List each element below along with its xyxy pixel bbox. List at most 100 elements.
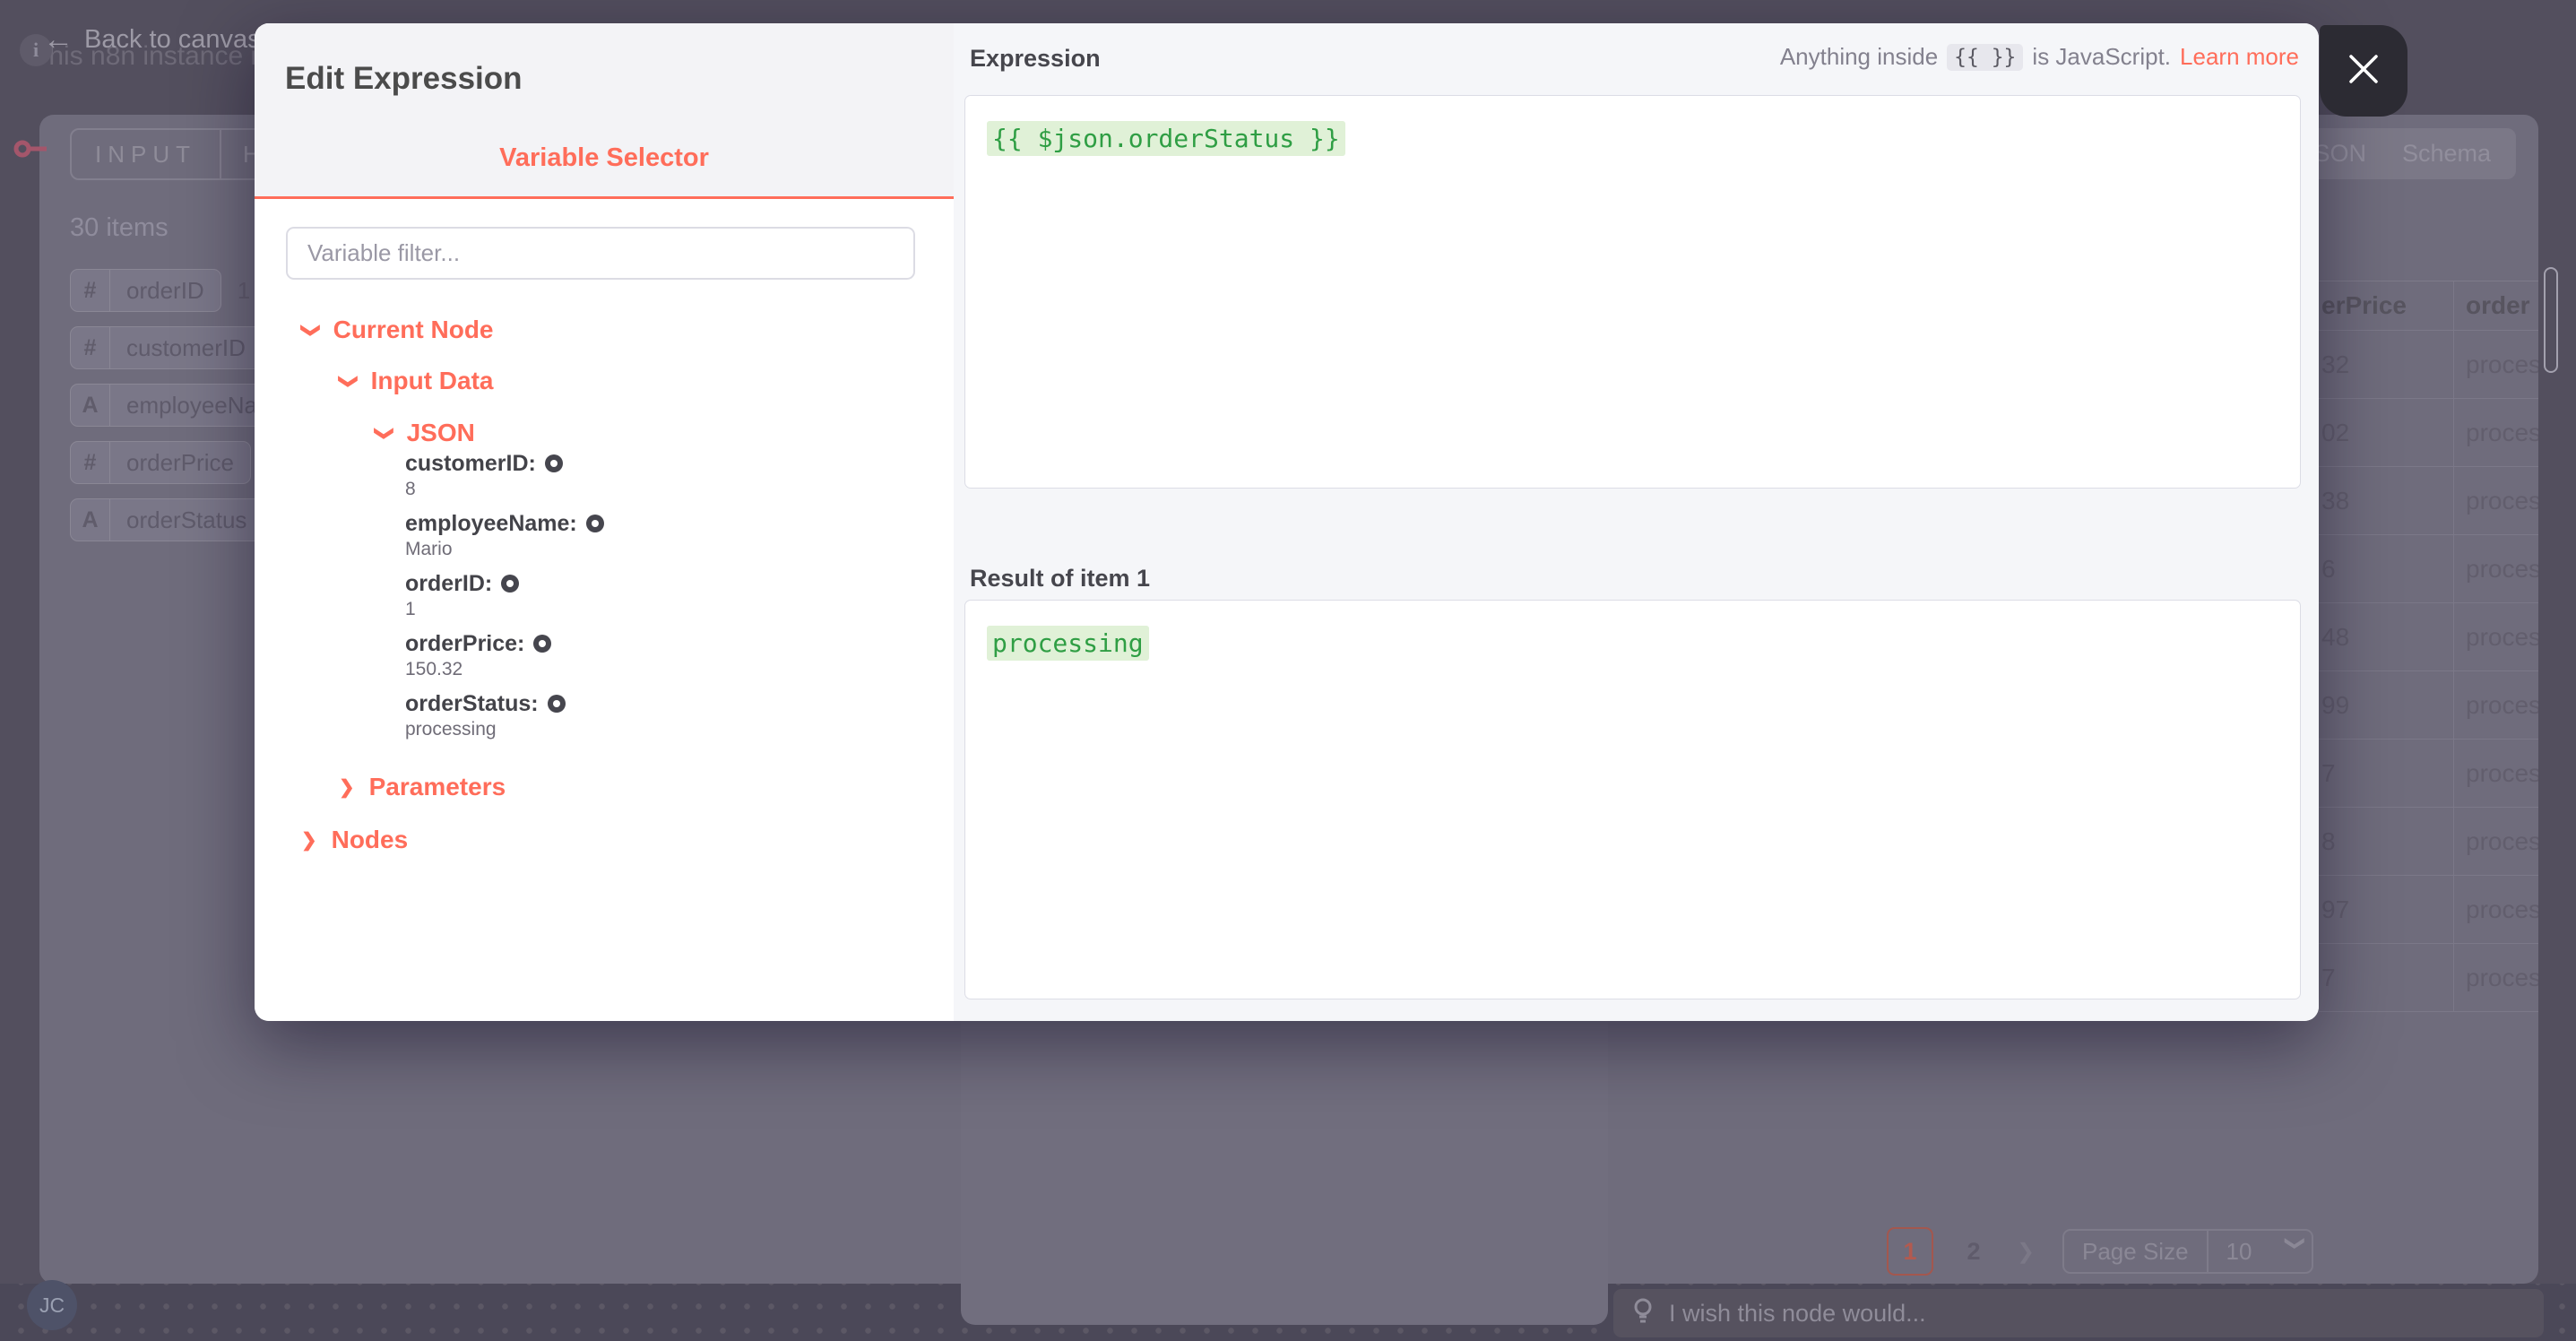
variable-field[interactable]: customerID:8 — [405, 450, 604, 500]
result-viewer: processing — [964, 600, 2301, 999]
result-value: processing — [987, 626, 1149, 661]
cell-order-status: proces — [2453, 876, 2538, 943]
close-button[interactable] — [2320, 25, 2407, 117]
tree-label: Input Data — [371, 367, 494, 395]
pagination-page-2[interactable]: 2 — [1950, 1227, 1997, 1276]
page-size-select[interactable]: Page Size 10 ❯ — [2062, 1229, 2313, 1274]
cell-order-status: proces — [2453, 331, 2538, 398]
variable-key-label: orderID: — [405, 570, 492, 597]
field-type-icon: A — [71, 499, 110, 541]
tab-variable-selector[interactable]: Variable Selector — [255, 143, 954, 173]
column-header-order-status: order — [2453, 281, 2538, 330]
expression-hint: Anything inside {{ }} is JavaScript. Lea… — [1780, 43, 2299, 71]
expression-label: Expression — [970, 45, 1101, 73]
variable-key: employeeName: — [405, 510, 604, 537]
bullseye-icon — [586, 515, 604, 532]
variable-value: 8 — [405, 478, 604, 500]
page-size-value: 10 — [2209, 1238, 2279, 1266]
schema-pill: #orderPrice — [70, 441, 251, 484]
hint-text: is JavaScript. — [2032, 43, 2171, 71]
variable-key: orderStatus: — [405, 690, 604, 717]
chevron-down-icon: ❯ — [301, 322, 320, 338]
chevron-right-icon: ❯ — [301, 831, 317, 850]
screen: This n8n instance is i ← Back to canvas … — [0, 0, 2576, 1341]
back-to-canvas-link[interactable]: ← Back to canvas — [43, 24, 261, 55]
field-type-icon: # — [71, 327, 110, 368]
schema-pill: AorderStatus — [70, 498, 264, 541]
expression-pane: Expression Anything inside {{ }} is Java… — [954, 23, 2319, 1021]
back-to-canvas-label: Back to canvas — [84, 25, 261, 55]
variable-field-list: customerID:8employeeName:MarioorderID:1o… — [405, 450, 604, 750]
variable-field[interactable]: orderPrice:150.32 — [405, 630, 604, 680]
variable-value: processing — [405, 718, 604, 740]
tree-item-current-node[interactable]: ❯ Current Node — [303, 316, 494, 344]
variable-key: customerID: — [405, 450, 604, 477]
tree-item-nodes[interactable]: ❯ Nodes — [301, 826, 408, 854]
field-name: orderPrice — [110, 442, 250, 483]
field-type-icon: A — [71, 385, 110, 426]
tree-item-parameters[interactable]: ❯ Parameters — [339, 773, 506, 801]
modal-title: Edit Expression — [285, 61, 523, 97]
learn-more-link[interactable]: Learn more — [2180, 43, 2299, 71]
chevron-right-icon: ❯ — [339, 778, 355, 797]
tree-label: Current Node — [333, 316, 494, 344]
variable-key-label: employeeName: — [405, 510, 577, 537]
variable-value: Mario — [405, 538, 604, 560]
tree-item-json[interactable]: ❯ JSON — [376, 419, 475, 447]
tree-label: Nodes — [332, 826, 409, 854]
variable-value: 1 — [405, 598, 604, 620]
tab-schema[interactable]: Schema — [2402, 140, 2491, 168]
variable-key-label: orderStatus: — [405, 690, 539, 717]
back-arrow-icon: ← — [43, 24, 73, 55]
bullseye-icon — [533, 635, 551, 653]
pagination-next-icon[interactable]: ❯ — [2008, 1227, 2044, 1276]
close-icon — [2344, 49, 2383, 93]
chevron-down-icon: ❯ — [375, 425, 393, 441]
page-size-label: Page Size — [2064, 1231, 2209, 1272]
field-value: 1 — [238, 277, 250, 305]
field-name: orderID — [110, 270, 220, 311]
cell-order-status: proces — [2453, 399, 2538, 466]
cell-order-status: proces — [2453, 467, 2538, 534]
variable-field[interactable]: orderStatus:processing — [405, 690, 604, 740]
variable-selector-pane: Edit Expression Variable Selector ❯ Curr… — [255, 23, 954, 1021]
field-type-icon: # — [71, 442, 110, 483]
schema-pill: #customerID — [70, 326, 263, 369]
cell-order-status: proces — [2453, 944, 2538, 1011]
tree-label: Parameters — [369, 773, 506, 801]
cell-order-status: proces — [2453, 808, 2538, 875]
variable-field[interactable]: orderID:1 — [405, 570, 604, 620]
bullseye-icon — [545, 454, 563, 472]
pagination-page-1[interactable]: 1 — [1887, 1227, 1933, 1276]
cell-order-status: proces — [2453, 535, 2538, 602]
field-name: customerID — [110, 327, 262, 368]
lightbulb-icon — [1631, 1297, 1655, 1330]
variable-key-label: customerID: — [405, 450, 536, 477]
field-type-icon: # — [71, 270, 110, 311]
chevron-down-icon: ❯ — [2284, 1235, 2307, 1267]
chevron-down-icon: ❯ — [339, 373, 358, 389]
items-count: 30 items — [70, 213, 169, 243]
key-icon — [13, 134, 48, 169]
variable-key: orderID: — [405, 570, 604, 597]
schema-pill: #orderID — [70, 269, 221, 312]
node-feedback-placeholder: I wish this node would... — [1669, 1300, 1926, 1328]
variable-key-label: orderPrice: — [405, 630, 524, 657]
variable-filter-input[interactable] — [286, 227, 915, 280]
tab-input[interactable]: INPUT — [72, 130, 221, 178]
cell-order-status: proces — [2453, 671, 2538, 739]
expression-editor[interactable]: {{ $json.orderStatus }} — [964, 95, 2301, 489]
cell-order-status: proces — [2453, 740, 2538, 807]
node-feedback-input[interactable]: I wish this node would... — [1613, 1289, 2544, 1337]
variable-key: orderPrice: — [405, 630, 604, 657]
avatar[interactable]: JC — [27, 1280, 77, 1330]
braces-chip: {{ }} — [1947, 44, 2023, 71]
expression-code: {{ $json.orderStatus }} — [987, 121, 1345, 156]
scrollbar-thumb[interactable] — [2544, 267, 2558, 373]
edit-expression-modal: Edit Expression Variable Selector ❯ Curr… — [255, 23, 2319, 1021]
variable-value: 150.32 — [405, 658, 604, 680]
tree-item-input-data[interactable]: ❯ Input Data — [341, 367, 494, 395]
hint-text: Anything inside — [1780, 43, 1938, 71]
result-label: Result of item 1 — [970, 565, 1150, 593]
variable-field[interactable]: employeeName:Mario — [405, 510, 604, 560]
